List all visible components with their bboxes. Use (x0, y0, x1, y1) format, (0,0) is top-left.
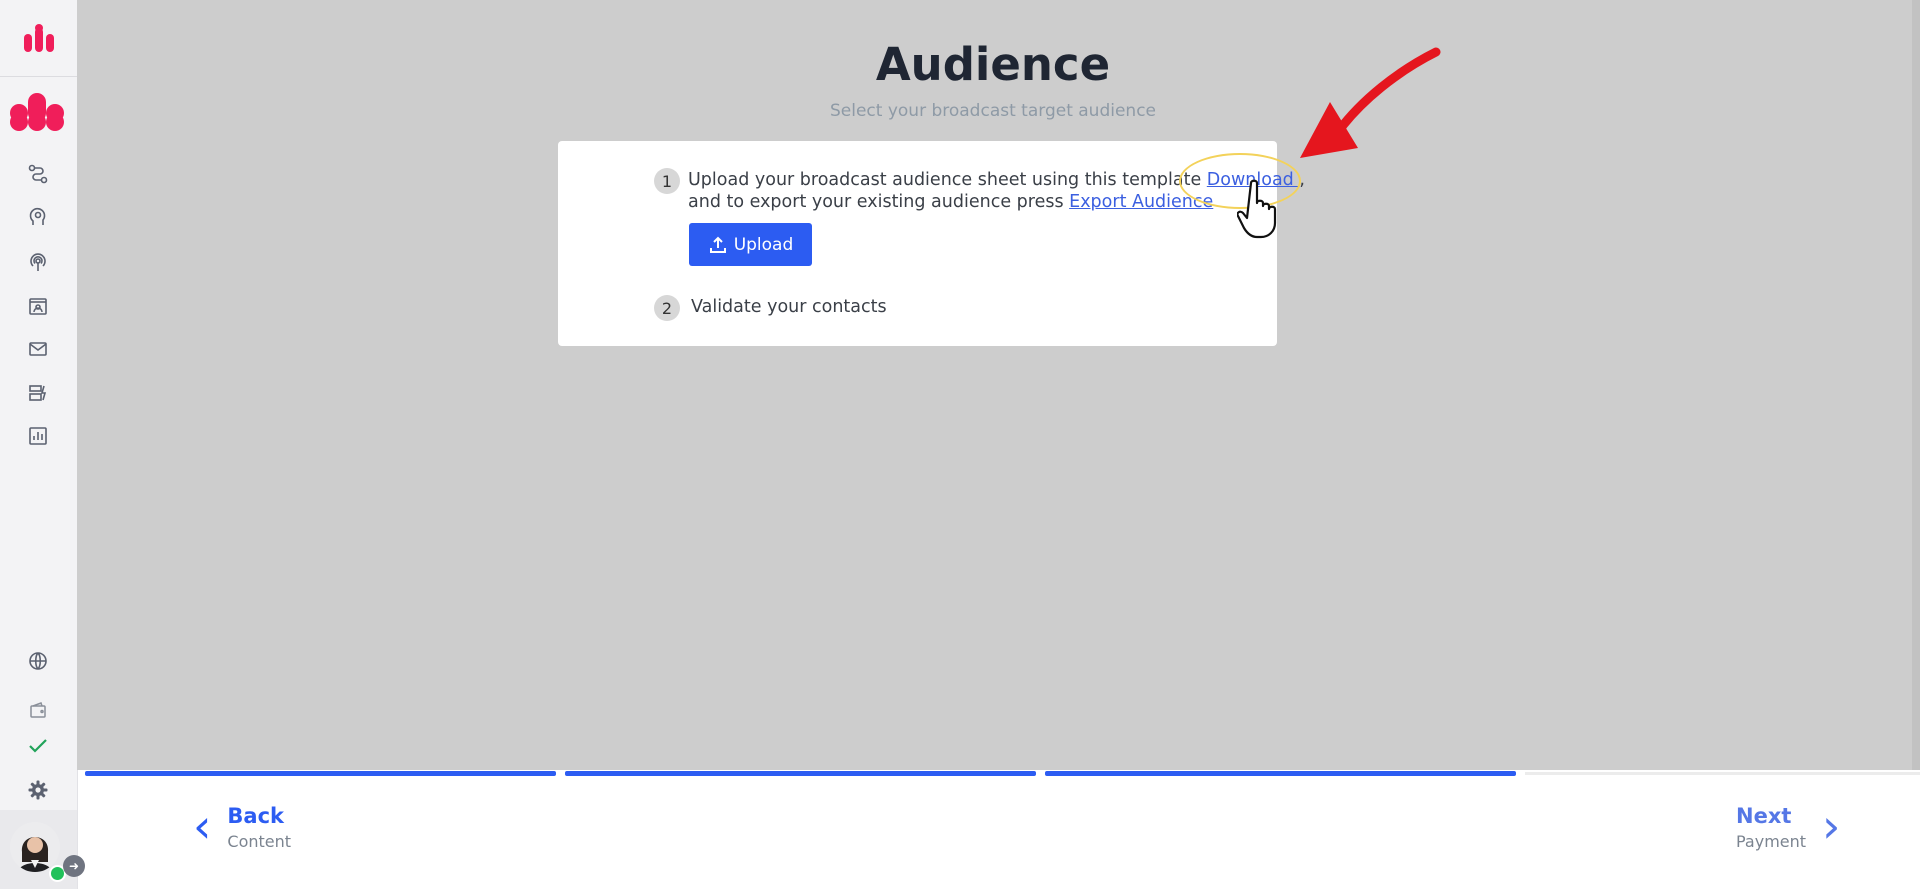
progress-step-1 (85, 771, 556, 776)
page-subtitle: Select your broadcast target audience (829, 101, 1157, 121)
upload-icon (709, 236, 726, 253)
progress-step-4 (1525, 772, 1920, 775)
logo-icon (10, 93, 64, 131)
next-button[interactable]: Next Payment › (1736, 798, 1841, 853)
back-sublabel: Content (227, 832, 292, 851)
next-label: Next (1736, 804, 1792, 828)
sidebar: ➜ (0, 0, 85, 889)
broadcast-icon[interactable] (26, 250, 50, 274)
templates-icon[interactable] (26, 381, 50, 405)
progress-step-3 (1045, 771, 1516, 776)
download-template-link[interactable]: Download (1207, 170, 1300, 190)
gear-icon[interactable] (26, 778, 50, 802)
wallet-icon[interactable] (26, 698, 50, 722)
globe-icon[interactable] (26, 649, 50, 673)
analytics-icon[interactable] (26, 424, 50, 448)
step-1-text-2: and to export your existing audience pre… (688, 192, 1070, 212)
chevron-left-icon: ‹ (193, 798, 212, 853)
bot-brain-icon[interactable] (26, 205, 50, 229)
check-icon[interactable] (26, 733, 50, 757)
next-sublabel: Payment (1736, 832, 1807, 851)
scrollbar[interactable] (1912, 0, 1920, 770)
upload-button[interactable]: Upload (689, 223, 812, 266)
upload-button-label: Upload (733, 234, 794, 255)
page-title: Audience (875, 38, 1111, 91)
mail-icon[interactable] (26, 337, 50, 361)
contacts-icon[interactable] (26, 294, 50, 318)
main-content: Audience Select your broadcast target au… (77, 0, 1920, 770)
step-1-badge: 1 (654, 168, 680, 194)
chevron-right-icon: › (1822, 798, 1841, 853)
back-button[interactable]: ‹ Back Content (193, 798, 292, 853)
flow-icon[interactable] (26, 162, 50, 186)
progress-step-2 (565, 771, 1036, 776)
brand-logo-small[interactable] (0, 0, 77, 77)
back-label: Back (227, 804, 284, 828)
export-audience-link[interactable]: Export Audience (1069, 192, 1213, 212)
step-1-number-text: 1 (661, 171, 673, 191)
comma-text: , (1299, 170, 1305, 190)
user-profile[interactable]: ➜ (0, 810, 85, 889)
step-2-text: Validate your contacts (691, 297, 887, 317)
expand-sidebar-icon[interactable]: ➜ (63, 855, 85, 877)
avatar[interactable] (10, 822, 60, 872)
step-2-badge: 2 (654, 295, 680, 321)
step-1-line-1: Upload your broadcast audience sheet usi… (688, 170, 1305, 190)
brand-logo-large[interactable] (9, 88, 65, 136)
logo-icon (23, 24, 54, 52)
step-2-number-text: 2 (661, 298, 673, 318)
step-1-text: Upload your broadcast audience sheet usi… (688, 170, 1207, 190)
step-1-line-2: and to export your existing audience pre… (688, 192, 1213, 212)
